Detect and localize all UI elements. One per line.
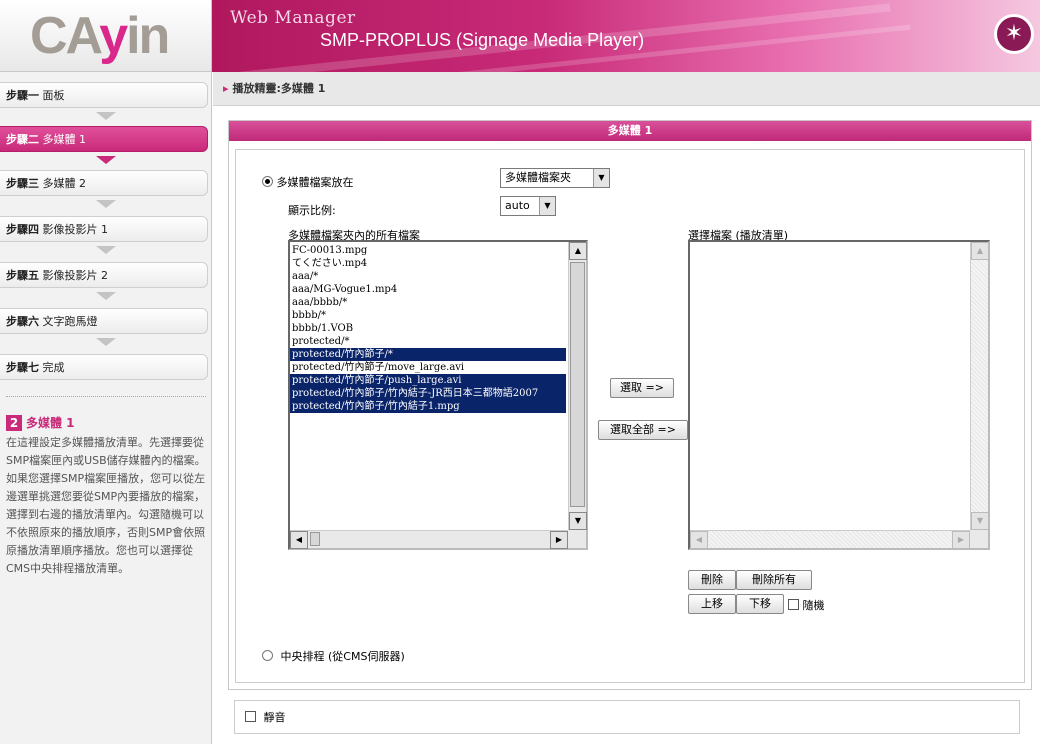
file-list-item[interactable]: protected/竹內節子/竹內結子-JR西日本三都物語2007: [290, 387, 566, 400]
logo-area: CAyin: [0, 0, 212, 72]
delete-all-button[interactable]: 刪除所有: [736, 570, 812, 590]
file-list-item[interactable]: protected/竹內節子/push_large.avi: [290, 374, 566, 387]
mute-checkbox[interactable]: [245, 711, 256, 722]
media-panel: 多媒體 1 多媒體檔案放在 多媒體檔案夾 ▼ 顯示比例: auto ▼ 多媒體檔案夾…: [228, 120, 1032, 690]
horizontal-scrollbar[interactable]: ◀ ▶: [690, 530, 970, 549]
vertical-scrollbar[interactable]: ▲ ▼: [568, 242, 587, 530]
scroll-right-icon[interactable]: ▶: [550, 531, 568, 549]
random-checkbox[interactable]: [788, 599, 799, 610]
step-arrow-icon: [96, 246, 116, 254]
sidebar-step-7[interactable]: 步驟七 完成: [0, 354, 208, 380]
step-arrow-icon: [96, 338, 116, 346]
wizard-sidebar: 步驟一 面板 步驟二 多媒體 1 步驟三 多媒體 2 步驟四 影像投影片 1 步…: [0, 72, 212, 744]
sidebar-step-2[interactable]: 步驟二 多媒體 1: [0, 126, 208, 152]
file-list-item[interactable]: aaa/*: [290, 270, 566, 283]
source-select[interactable]: 多媒體檔案夾 ▼: [500, 168, 610, 188]
breadcrumb-arrow-icon: ▸: [223, 82, 229, 95]
ratio-label: 顯示比例:: [288, 204, 336, 217]
file-list-item[interactable]: protected/*: [290, 335, 566, 348]
move-up-button[interactable]: 上移: [688, 594, 736, 614]
logout-icon[interactable]: ✶: [994, 14, 1034, 54]
help-title: 2 多媒體 1: [6, 414, 75, 431]
file-list-item[interactable]: bbbb/1.VOB: [290, 322, 566, 335]
help-text: 在這裡設定多媒體播放清單。先選擇要從SMP檔案匣內或USB儲存媒體內的檔案。如果…: [6, 436, 206, 575]
header-banner: Web Manager SMP-PROPLUS (Signage Media P…: [212, 0, 1040, 72]
scroll-down-icon[interactable]: ▼: [569, 512, 587, 530]
sidebar-step-5[interactable]: 步驟五 影像投影片 2: [0, 262, 208, 288]
file-list-item[interactable]: bbbb/*: [290, 309, 566, 322]
panel-title: 多媒體 1: [229, 121, 1031, 141]
file-list-item[interactable]: protected/竹內節子/*: [290, 348, 566, 361]
breadcrumb: ▸ 播放精靈:多媒體 1: [213, 72, 1040, 106]
chevron-down-icon: ▼: [539, 197, 555, 215]
select-all-button[interactable]: 選取全部 =>: [598, 420, 688, 440]
horizontal-scrollbar[interactable]: ◀ ▶: [290, 530, 568, 549]
step-arrow-icon: [96, 292, 116, 300]
product-title: SMP-PROPLUS (Signage Media Player): [320, 30, 645, 50]
vertical-scrollbar[interactable]: ▲ ▼: [970, 242, 989, 530]
delete-button[interactable]: 刪除: [688, 570, 736, 590]
mute-label: 靜音: [263, 711, 286, 724]
central-schedule-radio[interactable]: [262, 650, 273, 661]
step-arrow-icon: [96, 200, 116, 208]
source-folder-radio[interactable]: [262, 176, 273, 187]
file-list[interactable]: FC-00013.mpg てください.mp4 aaa/* aaa/MG-Vogue1.…: [288, 240, 588, 550]
sidebar-step-4[interactable]: 步驟四 影像投影片 1: [0, 216, 208, 242]
ratio-select[interactable]: auto ▼: [500, 196, 556, 216]
mute-section: 靜音: [234, 700, 1020, 734]
sidebar-step-1[interactable]: 步驟一 面板: [0, 82, 208, 108]
chevron-down-icon: ▼: [593, 169, 609, 187]
scroll-down-icon: ▼: [971, 512, 989, 530]
step-arrow-icon: [96, 156, 116, 164]
source-folder-option[interactable]: 多媒體檔案放在: [262, 174, 354, 190]
file-list-item[interactable]: aaa/bbbb/*: [290, 296, 566, 309]
playlist-list[interactable]: ▲ ▼ ◀ ▶: [688, 240, 990, 550]
cayin-logo: CAyin: [30, 7, 170, 65]
move-down-button[interactable]: 下移: [736, 594, 784, 614]
central-schedule-option[interactable]: 中央排程 (從CMS伺服器): [262, 648, 405, 664]
divider: [6, 396, 206, 397]
scroll-thumb[interactable]: [310, 532, 320, 546]
web-manager-title: Web Manager: [230, 8, 356, 28]
file-list-item[interactable]: てください.mp4: [290, 257, 566, 270]
sidebar-step-3[interactable]: 步驟三 多媒體 2: [0, 170, 208, 196]
step-arrow-icon: [96, 112, 116, 120]
sidebar-step-6[interactable]: 步驟六 文字跑馬燈: [0, 308, 208, 334]
file-list-item[interactable]: aaa/MG-Vogue1.mp4: [290, 283, 566, 296]
random-option[interactable]: 隨機: [788, 597, 825, 613]
scroll-left-icon: ◀: [690, 531, 708, 549]
scroll-up-icon: ▲: [971, 242, 989, 260]
file-list-item[interactable]: protected/竹內節子/move_large.avi: [290, 361, 566, 374]
select-button[interactable]: 選取 =>: [610, 378, 674, 398]
file-list-item[interactable]: FC-00013.mpg: [290, 244, 566, 257]
scroll-up-icon[interactable]: ▲: [569, 242, 587, 260]
scroll-right-icon: ▶: [952, 531, 970, 549]
scroll-thumb[interactable]: [570, 262, 585, 507]
file-list-item[interactable]: protected/竹內節子/竹內結子1.mpg: [290, 400, 566, 413]
panel-body: 多媒體檔案放在 多媒體檔案夾 ▼ 顯示比例: auto ▼ 多媒體檔案夾內的所有檔案…: [235, 149, 1025, 683]
scroll-left-icon[interactable]: ◀: [290, 531, 308, 549]
